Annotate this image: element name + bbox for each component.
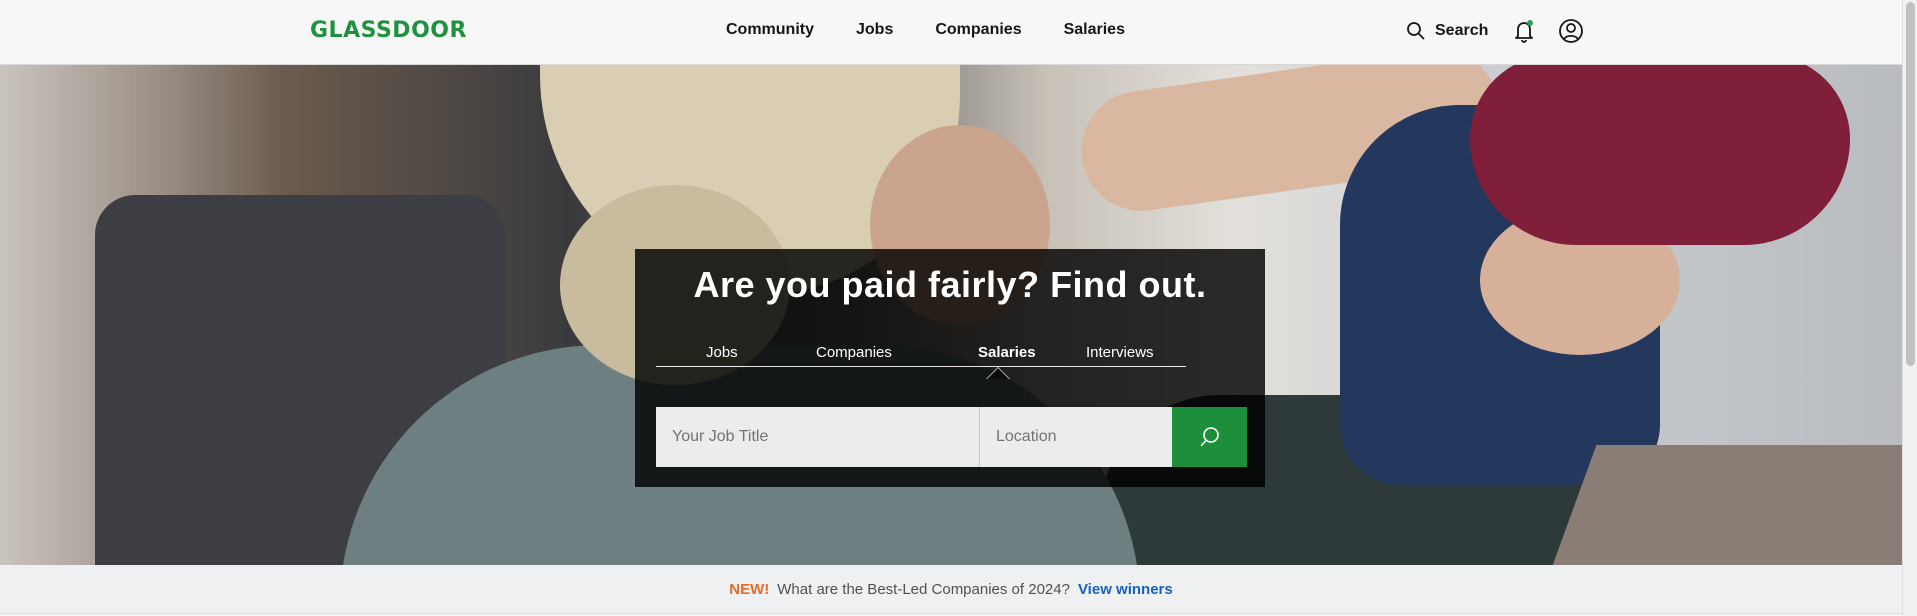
- header-search-button[interactable]: Search: [1406, 21, 1488, 41]
- header-search-label: Search: [1435, 22, 1489, 39]
- hero-headline: Are you paid fairly? Find out.: [693, 264, 1207, 305]
- new-badge: NEW!: [729, 580, 770, 598]
- search-icon: [1407, 22, 1425, 40]
- hero-image-kid-hat: [1470, 65, 1850, 245]
- location-input[interactable]: [980, 407, 1172, 467]
- hero-background-image: Are you paid fairly? Find out. Jobs Comp…: [0, 65, 1902, 565]
- top-navigation-bar: GLASSDOOR Community Jobs Companies Salar…: [0, 0, 1902, 65]
- tab-jobs[interactable]: Jobs: [706, 344, 738, 361]
- glassdoor-logo[interactable]: GLASSDOOR: [310, 18, 467, 43]
- nav-salaries[interactable]: Salaries: [1064, 21, 1125, 39]
- page-scrollbar[interactable]: [1902, 0, 1917, 616]
- job-title-input[interactable]: [656, 407, 980, 467]
- profile-button[interactable]: [1558, 18, 1584, 44]
- search-submit-button[interactable]: [1172, 407, 1247, 467]
- scrollbar-thumb[interactable]: [1906, 2, 1915, 366]
- nav-community[interactable]: Community: [726, 21, 814, 39]
- search-icon: [1199, 427, 1219, 447]
- nav-jobs[interactable]: Jobs: [856, 21, 893, 39]
- announcement-banner: NEW! What are the Best-Led Companies of …: [0, 565, 1902, 614]
- tab-interviews[interactable]: Interviews: [1086, 344, 1154, 361]
- active-tab-indicator: [986, 367, 1010, 379]
- header-actions: Search: [1406, 18, 1584, 44]
- search-panel: Are you paid fairly? Find out. Jobs Comp…: [635, 249, 1265, 487]
- banner-text: What are the Best-Led Companies of 2024?: [777, 580, 1070, 598]
- logo-text: GLASSDOOR: [310, 18, 467, 43]
- tab-salaries[interactable]: Salaries: [978, 344, 1036, 361]
- view-winners-link[interactable]: View winners: [1078, 581, 1173, 598]
- notifications-button[interactable]: [1512, 18, 1536, 44]
- tab-companies[interactable]: Companies: [816, 344, 892, 361]
- nav-companies[interactable]: Companies: [935, 21, 1021, 39]
- profile-icon: [1559, 19, 1584, 43]
- main-nav: Community Jobs Companies Salaries: [726, 21, 1125, 39]
- search-tabs: Jobs Companies Salaries Interviews: [656, 344, 1186, 379]
